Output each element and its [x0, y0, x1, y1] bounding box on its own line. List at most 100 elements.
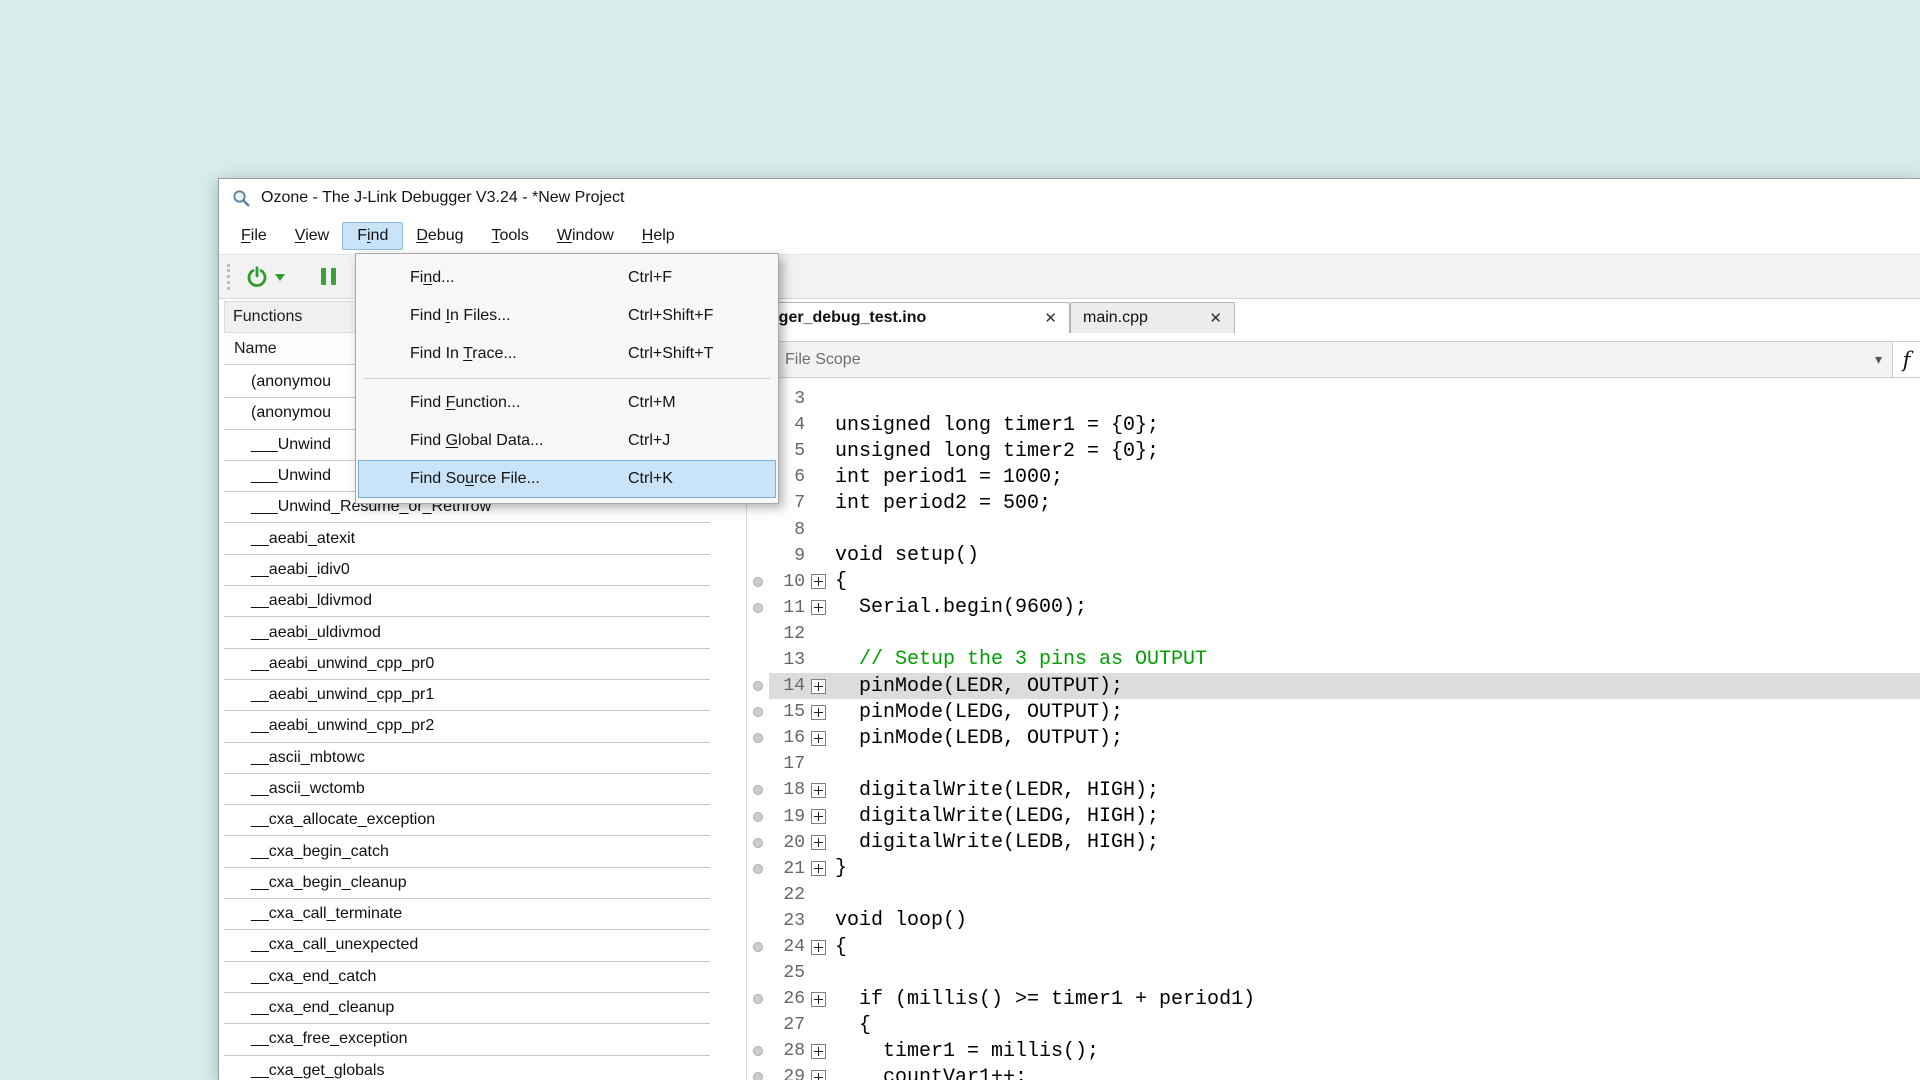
breakpoint-gutter[interactable] [747, 1072, 769, 1080]
function-row[interactable]: __aeabi_unwind_cpp_pr0 [224, 649, 710, 680]
close-icon[interactable]: ✕ [1199, 309, 1222, 327]
breakpoint-dot-icon[interactable] [753, 864, 763, 874]
fold-toggle-icon[interactable] [811, 1044, 826, 1059]
function-row[interactable]: __cxa_begin_catch [224, 836, 710, 867]
line-number[interactable]: 8 [769, 520, 805, 540]
chevron-down-icon[interactable]: ▾ [1875, 351, 1882, 368]
breakpoint-gutter[interactable] [747, 1046, 769, 1056]
function-row[interactable]: __cxa_call_unexpected [224, 930, 710, 961]
code-line-text[interactable]: } [831, 857, 847, 880]
code-line-text[interactable]: timer1 = millis(); [831, 1040, 1099, 1063]
menu-item-find[interactable]: Find...Ctrl+F [358, 259, 776, 297]
breakpoint-gutter[interactable] [747, 577, 769, 587]
close-icon[interactable]: ✕ [1034, 309, 1057, 327]
pause-button[interactable] [321, 268, 336, 285]
line-number[interactable]: 10 [769, 572, 805, 592]
function-row[interactable]: __cxa_get_globals [224, 1056, 710, 1080]
breakpoint-dot-icon[interactable] [753, 681, 763, 691]
fold-toggle-icon[interactable] [811, 809, 826, 824]
code-line-text[interactable]: { [831, 936, 847, 959]
line-number[interactable]: 18 [769, 780, 805, 800]
menu-item-find-in-trace[interactable]: Find In Trace...Ctrl+Shift+T [358, 335, 776, 373]
code-line-text[interactable]: pinMode(LEDG, OUTPUT); [831, 701, 1123, 724]
code-line-text[interactable]: digitalWrite(LEDG, HIGH); [831, 805, 1159, 828]
breakpoint-dot-icon[interactable] [753, 577, 763, 587]
breakpoint-gutter[interactable] [747, 603, 769, 613]
line-number[interactable]: 16 [769, 728, 805, 748]
file-scope-dropdown[interactable]: File Scope ▾ f [747, 341, 1920, 378]
breakpoint-gutter[interactable] [747, 785, 769, 795]
breakpoint-dot-icon[interactable] [753, 707, 763, 717]
tab-main-cpp[interactable]: main.cpp✕ [1070, 302, 1235, 333]
menu-item-find-function[interactable]: Find Function...Ctrl+M [358, 384, 776, 422]
line-number[interactable]: 25 [769, 963, 805, 983]
function-row[interactable]: __aeabi_ldivmod [224, 586, 710, 617]
line-number[interactable]: 14 [769, 676, 805, 696]
menubar-item-file[interactable]: File [227, 223, 281, 249]
line-number[interactable]: 29 [769, 1067, 805, 1080]
breakpoint-dot-icon[interactable] [753, 785, 763, 795]
menubar-item-help[interactable]: Help [628, 223, 689, 249]
breakpoint-dot-icon[interactable] [753, 733, 763, 743]
line-number[interactable]: 11 [769, 598, 805, 618]
line-number[interactable]: 21 [769, 859, 805, 879]
function-row[interactable]: __cxa_end_cleanup [224, 993, 710, 1024]
code-line-text[interactable]: unsigned long timer1 = {0}; [831, 414, 1159, 437]
breakpoint-dot-icon[interactable] [753, 942, 763, 952]
code-line-text[interactable]: int period1 = 1000; [831, 466, 1063, 489]
function-row[interactable]: __aeabi_unwind_cpp_pr2 [224, 711, 710, 742]
tab-egger-debug-test-ino[interactable]: egger_debug_test.ino✕ [747, 302, 1070, 333]
menu-item-find-in-files[interactable]: Find In Files...Ctrl+Shift+F [358, 297, 776, 335]
line-number[interactable]: 24 [769, 937, 805, 957]
line-number[interactable]: 22 [769, 885, 805, 905]
line-number[interactable]: 23 [769, 911, 805, 931]
code-line-text[interactable]: pinMode(LEDR, OUTPUT); [831, 675, 1123, 698]
code-line-text[interactable]: { [831, 570, 847, 593]
function-row[interactable]: __ascii_wctomb [224, 774, 710, 805]
fold-toggle-icon[interactable] [811, 861, 826, 876]
menu-item-find-global-data[interactable]: Find Global Data...Ctrl+J [358, 422, 776, 460]
breakpoint-dot-icon[interactable] [753, 994, 763, 1004]
power-dropdown-arrow-icon[interactable] [275, 274, 285, 286]
line-number[interactable]: 26 [769, 989, 805, 1009]
function-row[interactable]: __aeabi_atexit [224, 523, 710, 554]
line-number[interactable]: 19 [769, 807, 805, 827]
power-button[interactable] [246, 266, 268, 288]
function-row[interactable]: __cxa_allocate_exception [224, 805, 710, 836]
line-number[interactable]: 27 [769, 1015, 805, 1035]
breakpoint-gutter[interactable] [747, 707, 769, 717]
code-editor[interactable]: 34unsigned long timer1 = {0};5unsigned l… [747, 378, 1920, 1080]
code-line-text[interactable]: digitalWrite(LEDB, HIGH); [831, 831, 1159, 854]
menubar-item-tools[interactable]: Tools [478, 223, 543, 249]
menubar-item-window[interactable]: Window [543, 223, 628, 249]
fold-toggle-icon[interactable] [811, 940, 826, 955]
line-number[interactable]: 9 [769, 546, 805, 566]
function-row[interactable]: __ascii_mbtowc [224, 743, 710, 774]
function-row[interactable]: __cxa_free_exception [224, 1024, 710, 1055]
code-line-text[interactable]: pinMode(LEDB, OUTPUT); [831, 727, 1123, 750]
breakpoint-gutter[interactable] [747, 681, 769, 691]
code-line-text[interactable]: Serial.begin(9600); [831, 596, 1087, 619]
code-line-text[interactable]: if (millis() >= timer1 + period1) [831, 988, 1255, 1011]
code-line-text[interactable]: countVar1++; [831, 1066, 1027, 1080]
function-row[interactable]: __aeabi_unwind_cpp_pr1 [224, 680, 710, 711]
line-number[interactable]: 20 [769, 833, 805, 853]
code-line-text[interactable]: digitalWrite(LEDR, HIGH); [831, 779, 1159, 802]
breakpoint-gutter[interactable] [747, 994, 769, 1004]
function-list-button[interactable]: f [1892, 342, 1920, 377]
line-number[interactable]: 13 [769, 650, 805, 670]
code-line-text[interactable]: int period2 = 500; [831, 492, 1051, 515]
fold-toggle-icon[interactable] [811, 600, 826, 615]
function-row[interactable]: __cxa_begin_cleanup [224, 868, 710, 899]
line-number[interactable]: 28 [769, 1041, 805, 1061]
breakpoint-dot-icon[interactable] [753, 812, 763, 822]
fold-toggle-icon[interactable] [811, 679, 826, 694]
breakpoint-gutter[interactable] [747, 942, 769, 952]
menu-item-find-source-file[interactable]: Find Source File...Ctrl+K [358, 460, 776, 498]
fold-toggle-icon[interactable] [811, 1070, 826, 1080]
function-row[interactable]: __cxa_call_terminate [224, 899, 710, 930]
breakpoint-dot-icon[interactable] [753, 1072, 763, 1080]
fold-toggle-icon[interactable] [811, 731, 826, 746]
breakpoint-gutter[interactable] [747, 733, 769, 743]
breakpoint-dot-icon[interactable] [753, 603, 763, 613]
